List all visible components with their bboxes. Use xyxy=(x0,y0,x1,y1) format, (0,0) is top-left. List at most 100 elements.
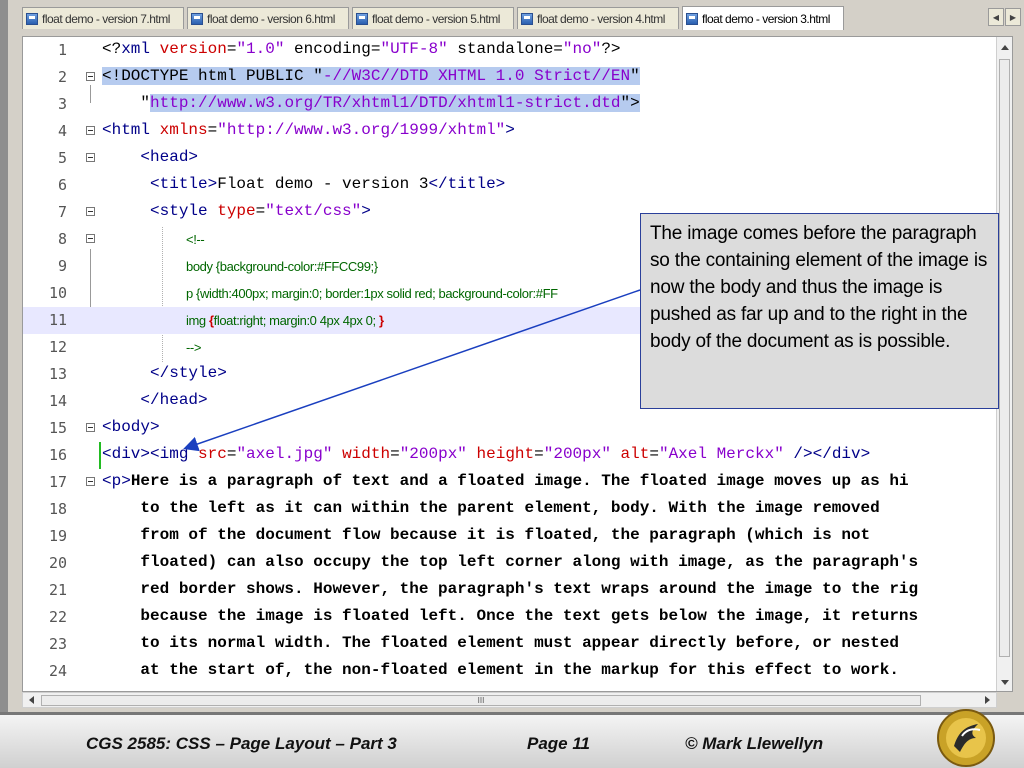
line-number: 10 xyxy=(48,284,67,302)
code-line[interactable]: 18 to the left as it can within the pare… xyxy=(23,496,998,523)
tab-label: float demo - version 5.html xyxy=(372,11,500,26)
code-text: p {width:400px; margin:0; border:1px sol… xyxy=(186,286,558,301)
code-text: "http://www.w3.org/TR/xhtml1/DTD/xhtml1-… xyxy=(102,94,640,112)
code-line[interactable]: 16 <div><img src="axel.jpg" width="200px… xyxy=(23,442,998,469)
code-text: img {float:right; margin:0 4px 4px 0; } xyxy=(186,313,384,328)
code-text: <body> xyxy=(102,418,160,436)
code-text: floated) can also occupy the top left co… xyxy=(102,553,919,571)
line-number: 6 xyxy=(57,176,67,194)
footer-divider xyxy=(0,712,1024,715)
fold-toggle[interactable] xyxy=(86,126,95,135)
code-line[interactable]: 15 <body> xyxy=(23,415,998,442)
code-text: <head> xyxy=(102,148,199,166)
tab-label: float demo - version 3.html xyxy=(702,11,830,26)
code-line[interactable]: 6 <title>Float demo - version 3</title> xyxy=(23,172,998,199)
tab-version-6[interactable]: float demo - version 6.html xyxy=(187,7,349,29)
code-text: body {background-color:#FFCC99;} xyxy=(186,259,378,274)
fold-toggle[interactable] xyxy=(86,477,95,486)
horizontal-scrollbar[interactable]: III xyxy=(22,692,997,708)
fold-toggle[interactable] xyxy=(86,72,95,81)
scroll-thumb[interactable]: III xyxy=(41,695,921,706)
footer-page: Page 11 xyxy=(527,734,591,753)
code-text: <?xml version="1.0" encoding="UTF-8" sta… xyxy=(102,40,621,58)
code-line[interactable]: 23 to its normal width. The floated elem… xyxy=(23,631,998,658)
scroll-thumb[interactable] xyxy=(999,59,1010,657)
code-line[interactable]: 22 because the image is floated left. On… xyxy=(23,604,998,631)
scroll-up-icon[interactable] xyxy=(1001,45,1009,50)
code-text: </head> xyxy=(102,391,208,409)
code-line[interactable]: 3 "http://www.w3.org/TR/xhtml1/DTD/xhtml… xyxy=(23,91,998,118)
change-marker xyxy=(99,442,101,469)
line-number: 17 xyxy=(48,473,67,491)
html-file-icon xyxy=(356,12,368,25)
line-number: 16 xyxy=(48,446,67,464)
tab-version-3[interactable]: float demo - version 3.html xyxy=(682,6,844,30)
code-text: <title>Float demo - version 3</title> xyxy=(102,175,506,193)
fold-toggle[interactable] xyxy=(86,207,95,216)
footer-course: CGS 2585: CSS – Page Layout – Part 3 xyxy=(86,734,397,753)
code-line[interactable]: 4 <html xmlns="http://www.w3.org/1999/xh… xyxy=(23,118,998,145)
code-text: to the left as it can within the parent … xyxy=(102,499,880,517)
line-number: 9 xyxy=(57,257,67,275)
line-number: 18 xyxy=(48,500,67,518)
code-text: <!DOCTYPE html PUBLIC "-//W3C//DTD XHTML… xyxy=(102,67,640,85)
callout-text: The image comes before the paragraph so … xyxy=(650,223,988,352)
line-number: 19 xyxy=(48,527,67,545)
line-number: 24 xyxy=(48,662,67,680)
tab-version-4[interactable]: float demo - version 4.html xyxy=(517,7,679,29)
ucf-pegasus-logo-icon xyxy=(937,709,995,767)
tab-scroll-right-button[interactable]: ▶ xyxy=(1005,8,1021,26)
line-number: 7 xyxy=(57,203,67,221)
code-text: <p>Here is a paragraph of text and a flo… xyxy=(102,472,909,490)
fold-toggle[interactable] xyxy=(86,423,95,432)
line-number: 5 xyxy=(57,149,67,167)
code-text: <div><img src="axel.jpg" width="200px" h… xyxy=(102,445,871,463)
line-number: 13 xyxy=(48,365,67,383)
html-file-icon xyxy=(191,12,203,25)
footer-author: © Mark Llewellyn xyxy=(685,734,824,753)
line-number: 14 xyxy=(48,392,67,410)
tab-label: float demo - version 4.html xyxy=(537,11,665,26)
tab-version-7[interactable]: float demo - version 7.html xyxy=(22,7,184,29)
scroll-grip: III xyxy=(477,696,485,705)
line-number: 11 xyxy=(48,311,67,329)
tab-label: float demo - version 7.html xyxy=(42,11,170,26)
scroll-left-icon[interactable] xyxy=(29,696,34,704)
tab-bar: float demo - version 7.html float demo -… xyxy=(22,6,1024,30)
code-text: red border shows. However, the paragraph… xyxy=(102,580,919,598)
tab-scroll-left-button[interactable]: ◀ xyxy=(988,8,1004,26)
line-number: 20 xyxy=(48,554,67,572)
line-number: 1 xyxy=(57,41,67,59)
html-file-icon xyxy=(26,12,38,25)
slide-footer: CGS 2585: CSS – Page Layout – Part 3 Pag… xyxy=(0,712,1024,768)
line-number: 22 xyxy=(48,608,67,626)
code-text: from of the document flow because it is … xyxy=(102,526,871,544)
html-file-icon xyxy=(521,12,533,25)
line-number: 2 xyxy=(57,68,67,86)
line-number: 15 xyxy=(48,419,67,437)
code-text: <!-- xyxy=(186,232,205,247)
code-line[interactable]: 19 from of the document flow because it … xyxy=(23,523,998,550)
code-line[interactable]: 2 <!DOCTYPE html PUBLIC "-//W3C//DTD XHT… xyxy=(23,64,998,91)
annotation-callout: The image comes before the paragraph so … xyxy=(640,213,999,409)
code-text: <html xmlns="http://www.w3.org/1999/xhtm… xyxy=(102,121,515,139)
tab-label: float demo - version 6.html xyxy=(207,11,335,26)
fold-toggle[interactable] xyxy=(86,153,95,162)
code-line[interactable]: 17 <p>Here is a paragraph of text and a … xyxy=(23,469,998,496)
fold-toggle[interactable] xyxy=(86,234,95,243)
line-number: 3 xyxy=(57,95,67,113)
code-text: <style type="text/css"> xyxy=(102,202,371,220)
line-number: 21 xyxy=(48,581,67,599)
code-line[interactable]: 20 floated) can also occupy the top left… xyxy=(23,550,998,577)
code-line[interactable]: 1 <?xml version="1.0" encoding="UTF-8" s… xyxy=(23,37,998,64)
code-line[interactable]: 24 at the start of, the non-floated elem… xyxy=(23,658,998,685)
code-text: to its normal width. The floated element… xyxy=(102,634,899,652)
tab-version-5[interactable]: float demo - version 5.html xyxy=(352,7,514,29)
scroll-right-icon[interactable] xyxy=(985,696,990,704)
scroll-down-icon[interactable] xyxy=(1001,680,1009,685)
line-number: 12 xyxy=(48,338,67,356)
html-file-icon xyxy=(686,12,698,25)
code-line[interactable]: 21 red border shows. However, the paragr… xyxy=(23,577,998,604)
code-line[interactable]: 5 <head> xyxy=(23,145,998,172)
line-number: 4 xyxy=(57,122,67,140)
